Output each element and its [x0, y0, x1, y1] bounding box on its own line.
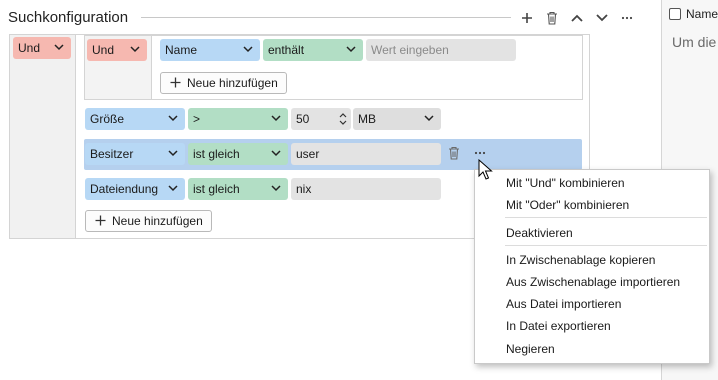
select-all-checkbox[interactable] — [669, 8, 681, 20]
rule-field-label: Größe — [90, 112, 125, 126]
rule-operator-dropdown[interactable]: ist gleich — [188, 143, 288, 165]
chevron-down-icon — [54, 44, 64, 51]
spinner-icon[interactable] — [339, 111, 347, 127]
rule-operator-label: ist gleich — [193, 182, 240, 196]
plus-icon — [170, 77, 181, 88]
outer-operator-dropdown[interactable]: Und — [13, 37, 71, 59]
rule-field-dropdown[interactable]: Dateiendung — [85, 178, 185, 200]
rule-operator-label: > — [193, 112, 201, 126]
rule-operator-dropdown[interactable]: > — [188, 108, 288, 130]
move-up-button[interactable] — [567, 8, 587, 28]
menu-item-negate[interactable]: Negieren — [506, 341, 555, 357]
size-number-input[interactable]: 50 — [291, 108, 351, 130]
inner-operator-label: Und — [92, 43, 115, 57]
rule-field-dropdown[interactable]: Name — [160, 39, 260, 61]
menu-item-combine-or[interactable]: Mit "Oder" kombinieren — [506, 197, 629, 213]
chevron-down-icon — [271, 115, 281, 122]
more-icon[interactable] — [474, 151, 486, 155]
more-icon — [621, 16, 633, 20]
add-rule-button[interactable]: Neue hinzufügen — [85, 210, 212, 232]
outer-operator-label: Und — [18, 41, 41, 55]
chevron-down-icon — [168, 150, 178, 157]
rule-field-label: Name — [165, 43, 198, 57]
menu-item-import-clipboard[interactable]: Aus Zwischenablage importieren — [506, 274, 680, 290]
chevron-down-icon — [271, 185, 281, 192]
move-down-button[interactable] — [592, 8, 612, 28]
menu-separator — [505, 217, 707, 218]
rule-value-input[interactable]: Wert eingeben — [366, 39, 516, 61]
menu-item-deactivate[interactable]: Deaktivieren — [506, 225, 573, 241]
size-unit-label: MB — [358, 112, 376, 126]
chevron-down-icon — [168, 185, 178, 192]
chevron-down-icon — [130, 46, 140, 53]
trash-icon — [547, 11, 557, 25]
inner-add-rule-button[interactable]: Neue hinzufügen — [160, 72, 287, 94]
rule-field-label: Besitzer — [90, 147, 134, 161]
menu-item-copy-clipboard[interactable]: In Zwischenablage kopieren — [506, 252, 655, 268]
inner-operator-dropdown[interactable]: Und — [87, 39, 147, 61]
rule-value-input[interactable]: nix — [291, 178, 441, 200]
size-unit-dropdown[interactable]: MB — [353, 108, 441, 130]
menu-separator — [505, 245, 707, 246]
chevron-down-icon — [346, 46, 356, 53]
rule-field-dropdown[interactable]: Besitzer — [85, 143, 185, 165]
empty-hint: Um die… Start. — [672, 34, 718, 50]
chevron-down-icon — [271, 150, 281, 157]
add-rule-label: Neue hinzufügen — [112, 214, 203, 228]
chevron-down-icon — [424, 115, 434, 122]
rule-value-input[interactable]: user — [291, 143, 441, 165]
plus-icon — [95, 215, 106, 226]
chevron-down-icon — [168, 115, 178, 122]
add-icon — [522, 13, 532, 23]
chevron-up-icon — [571, 14, 583, 22]
trash-icon[interactable] — [448, 146, 460, 160]
rule-operator-dropdown[interactable]: enthält — [263, 39, 363, 61]
rule-operator-label: ist gleich — [193, 147, 240, 161]
chevron-down-icon — [596, 14, 608, 22]
chevron-down-icon — [243, 46, 253, 53]
rule-operator-label: enthält — [268, 43, 305, 57]
mouse-cursor-icon — [478, 159, 493, 180]
rule-field-label: Dateiendung — [90, 182, 159, 196]
context-menu: Mit "Und" kombinieren Mit "Oder" kombini… — [474, 169, 710, 364]
delete-button[interactable] — [542, 8, 562, 28]
size-value: 50 — [296, 112, 310, 126]
menu-item-combine-and[interactable]: Mit "Und" kombinieren — [506, 175, 625, 191]
more-button[interactable] — [617, 8, 637, 28]
menu-item-import-file[interactable]: Aus Datei importieren — [506, 296, 621, 312]
menu-item-export-file[interactable]: In Datei exportieren — [506, 318, 611, 334]
inner-add-rule-label: Neue hinzufügen — [187, 76, 278, 90]
panel-title: Suchkonfiguration — [8, 9, 129, 26]
title-divider — [141, 17, 511, 18]
rule-field-dropdown[interactable]: Größe — [85, 108, 185, 130]
column-header-name[interactable]: Name — [686, 6, 718, 22]
add-button[interactable] — [517, 8, 537, 28]
rule-operator-dropdown[interactable]: ist gleich — [188, 178, 288, 200]
